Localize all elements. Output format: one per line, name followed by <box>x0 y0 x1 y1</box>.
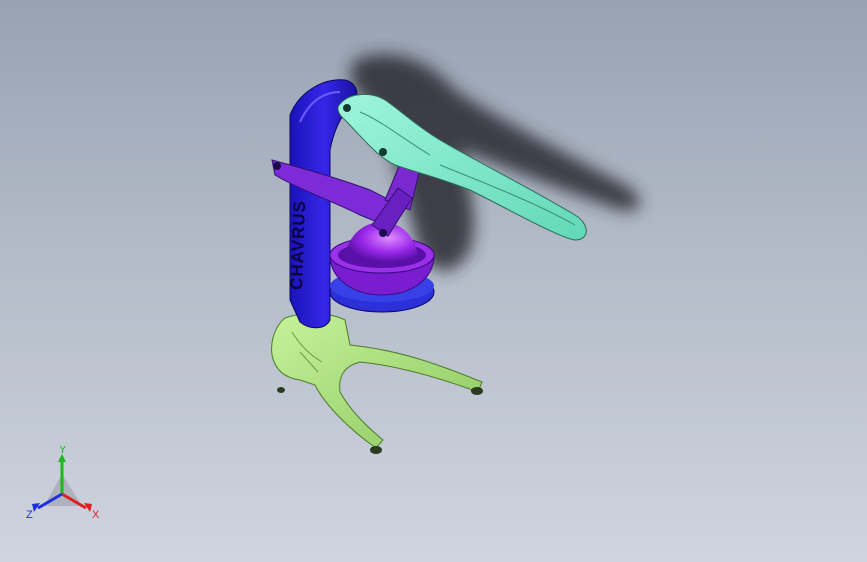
brand-text: CHAVRUS <box>287 200 309 290</box>
z-axis-label: Z <box>26 509 33 521</box>
y-axis-label: Y <box>59 446 67 456</box>
x-axis-label: X <box>92 509 100 521</box>
graphics-viewport[interactable]: CHAVRUS Y X Z <box>0 0 867 562</box>
base-legs[interactable] <box>271 313 483 454</box>
view-triad[interactable]: Y X Z <box>22 446 112 526</box>
juicer-model[interactable]: CHAVRUS <box>0 0 867 562</box>
